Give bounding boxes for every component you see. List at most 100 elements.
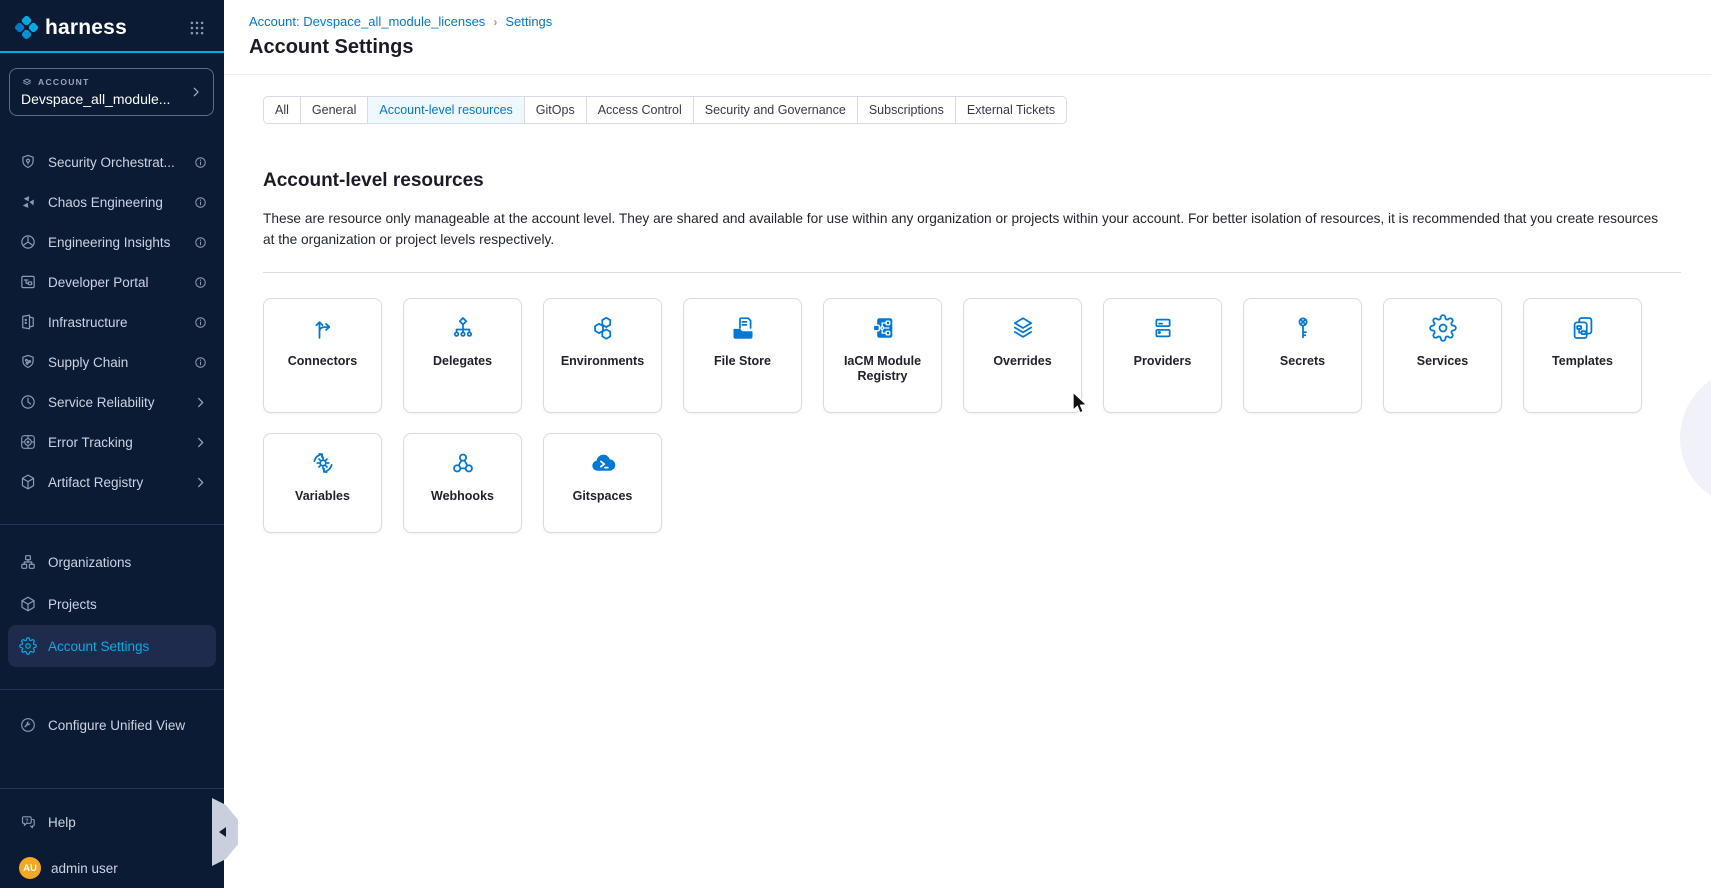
info-icon[interactable] (193, 195, 208, 210)
sidebar-item-help[interactable]: ? Help (8, 802, 216, 842)
tab-subscriptions[interactable]: Subscriptions (857, 97, 955, 123)
info-icon[interactable] (193, 275, 208, 290)
resource-card-webhooks[interactable]: Webhooks (403, 433, 522, 533)
resource-card-environments[interactable]: Environments (543, 298, 662, 413)
resource-card-connectors[interactable]: Connectors (263, 298, 382, 413)
variables-icon (309, 449, 337, 477)
resource-label: Templates (1545, 354, 1620, 369)
layers-icon (21, 76, 33, 88)
sidebar-item-label: Engineering Insights (48, 235, 182, 250)
user-avatar: AU (19, 857, 41, 879)
webhooks-icon (449, 449, 477, 477)
artifact-icon (19, 473, 37, 491)
supply-icon (19, 353, 37, 371)
sidebar-item-security-orchestrat[interactable]: Security Orchestrat... (8, 142, 216, 182)
gitspaces-icon (589, 449, 617, 477)
tab-access-control[interactable]: Access Control (586, 97, 693, 123)
sidebar-item-projects[interactable]: Projects (8, 583, 216, 625)
sidebar-item-configure-unified-view[interactable]: Configure Unified View (8, 705, 216, 745)
settings-tabs: AllGeneralAccount-level resourcesGitOpsA… (263, 96, 1067, 124)
tab-external-tickets[interactable]: External Tickets (955, 97, 1066, 123)
sidebar-divider (0, 524, 224, 525)
breadcrumb-account-link[interactable]: Account: Devspace_all_module_licenses (249, 14, 485, 29)
sidebar-item-label: Configure Unified View (48, 718, 208, 733)
info-icon[interactable] (193, 235, 208, 250)
sidebar-bottom: ? Help AU admin user (0, 788, 224, 888)
breadcrumb-settings-link[interactable]: Settings (505, 14, 552, 29)
providers-icon (1149, 314, 1177, 342)
sidebar-header: harness (0, 0, 224, 41)
tab-general[interactable]: General (300, 97, 367, 123)
overrides-icon (1009, 314, 1037, 342)
resource-card-iacm-module-registry[interactable]: IaCM Module Registry (823, 298, 942, 413)
sidebar-item-label: Supply Chain (48, 355, 182, 370)
settings-content: AllGeneralAccount-level resourcesGitOpsA… (224, 75, 1711, 888)
reliability-icon (19, 393, 37, 411)
connectors-icon (309, 314, 337, 342)
info-icon[interactable] (193, 355, 208, 370)
resource-label: IaCM Module Registry (824, 354, 941, 384)
sidebar-item-developer-portal[interactable]: Developer Portal (8, 262, 216, 302)
resource-card-providers[interactable]: Providers (1103, 298, 1222, 413)
sidebar-item-infrastructure[interactable]: Infrastructure (8, 302, 216, 342)
chevron-right-icon (193, 475, 208, 490)
help-icon: ? (19, 813, 37, 831)
resource-card-delegates[interactable]: Delegates (403, 298, 522, 413)
sidebar-item-chaos-engineering[interactable]: Chaos Engineering (8, 182, 216, 222)
sidebar-item-label: Error Tracking (48, 435, 182, 450)
sidebar-item-label: Chaos Engineering (48, 195, 182, 210)
section-heading: Account-level resources (263, 170, 1681, 192)
sidebar-item-label: Service Reliability (48, 395, 182, 410)
sidebar-item-supply-chain[interactable]: Supply Chain (8, 342, 216, 382)
tab-gitops[interactable]: GitOps (524, 97, 586, 123)
info-icon[interactable] (193, 155, 208, 170)
tab-all[interactable]: All (264, 97, 300, 123)
environments-icon (589, 314, 617, 342)
sidebar-item-service-reliability[interactable]: Service Reliability (8, 382, 216, 422)
info-icon[interactable] (193, 315, 208, 330)
sidebar-item-artifact-registry[interactable]: Artifact Registry (8, 462, 216, 502)
sidebar: harness ACCOUNT Devspace_all_module... S… (0, 0, 224, 888)
resource-label: Gitspaces (566, 489, 640, 504)
app-grid-icon[interactable] (188, 19, 206, 37)
sidebar-item-label: Projects (48, 597, 208, 612)
resource-label: File Store (707, 354, 778, 369)
resource-label: Secrets (1273, 354, 1332, 369)
resource-card-gitspaces[interactable]: Gitspaces (543, 433, 662, 533)
harness-logo-text: harness (45, 16, 127, 40)
harness-logo[interactable]: harness (13, 14, 127, 41)
user-menu[interactable]: AU admin user (0, 848, 224, 888)
resource-label: Webhooks (424, 489, 501, 504)
sidebar-modules-nav: Security Orchestrat... Chaos Engineering… (0, 142, 224, 502)
orgs-icon (19, 553, 37, 571)
resource-card-services[interactable]: Services (1383, 298, 1502, 413)
sidebar-divider (0, 689, 224, 690)
breadcrumb-separator: › (493, 15, 497, 29)
sidebar-item-label: Security Orchestrat... (48, 155, 182, 170)
templates-icon (1569, 314, 1597, 342)
sidebar-item-label: Infrastructure (48, 315, 182, 330)
devportal-icon (19, 273, 37, 291)
sidebar-item-account-settings[interactable]: Account Settings (8, 625, 216, 667)
resource-card-templates[interactable]: Templates (1523, 298, 1642, 413)
resource-card-overrides[interactable]: Overrides (963, 298, 1082, 413)
sidebar-item-engineering-insights[interactable]: Engineering Insights (8, 222, 216, 262)
chevron-right-icon (189, 85, 203, 99)
account-selector[interactable]: ACCOUNT Devspace_all_module... (9, 68, 214, 116)
delegates-icon (449, 314, 477, 342)
resource-card-variables[interactable]: Variables (263, 433, 382, 533)
tab-account-level-resources[interactable]: Account-level resources (367, 97, 523, 123)
resource-card-file-store[interactable]: File Store (683, 298, 802, 413)
accent-divider (0, 51, 224, 53)
sidebar-item-organizations[interactable]: Organizations (8, 541, 216, 583)
iacm-icon (869, 314, 897, 342)
sidebar-item-label: Organizations (48, 555, 208, 570)
svg-text:?: ? (25, 818, 29, 824)
page-header: Account: Devspace_all_module_licenses › … (224, 0, 1711, 75)
projects-icon (19, 595, 37, 613)
chevron-right-icon (193, 435, 208, 450)
chaos-icon (19, 193, 37, 211)
tab-security-and-governance[interactable]: Security and Governance (693, 97, 857, 123)
sidebar-item-error-tracking[interactable]: Error Tracking (8, 422, 216, 462)
resource-card-secrets[interactable]: Secrets (1243, 298, 1362, 413)
